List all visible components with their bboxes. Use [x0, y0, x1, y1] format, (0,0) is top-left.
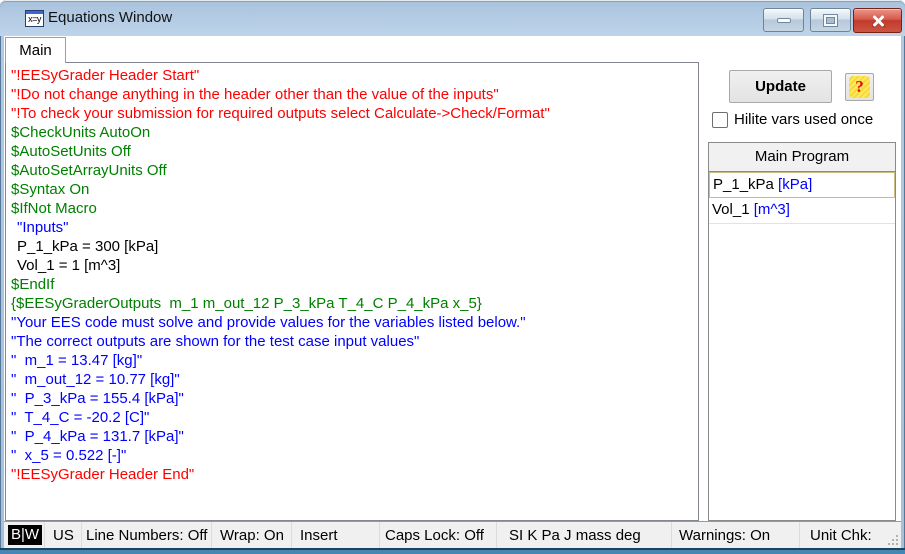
- app-icon-label: x=y: [28, 14, 41, 24]
- editor-line[interactable]: $IfNot Macro: [11, 199, 694, 218]
- hilite-checkbox[interactable]: [712, 111, 728, 128]
- editor-line[interactable]: P_1_kPa = 300 [kPa]: [11, 237, 694, 256]
- update-button[interactable]: Update: [729, 70, 832, 103]
- variable-list: P_1_kPa [kPa] Vol_1 [m^3]: [709, 172, 895, 224]
- tab-main[interactable]: Main: [5, 37, 66, 63]
- editor-line[interactable]: " T_4_C = -20.2 [C]": [11, 408, 694, 427]
- hilite-vars-row[interactable]: Hilite vars used once: [712, 110, 873, 129]
- editor-line[interactable]: " m_1 = 13.47 [kg]": [11, 351, 694, 370]
- editor-line[interactable]: "!EESyGrader Header Start": [11, 66, 694, 85]
- bw-toggle-chip: B|W: [8, 525, 43, 545]
- status-si-k-pa-j-mass-deg[interactable]: SI K Pa J mass deg: [497, 522, 672, 548]
- editor[interactable]: "!EESyGrader Header Start" "!Do not chang…: [5, 62, 699, 521]
- editor-line[interactable]: "Inputs": [11, 218, 694, 237]
- status-b-w[interactable]: B|W: [4, 522, 45, 548]
- variable-row[interactable]: P_1_kPa [kPa]: [709, 172, 895, 198]
- status-bar: B|W US Line Numbers: Off Wrap: On Insert Caps…: [4, 521, 901, 548]
- editor-line[interactable]: $CheckUnits AutoOn: [11, 123, 694, 142]
- status-caps-lock-off[interactable]: Caps Lock: Off: [380, 522, 497, 548]
- variable-row[interactable]: Vol_1 [m^3]: [709, 198, 895, 224]
- editor-line[interactable]: $EndIf: [11, 275, 694, 294]
- editor-line[interactable]: " x_5 = 0.522 [-]": [11, 446, 694, 465]
- window-title: Equations Window: [48, 9, 173, 26]
- close-button[interactable]: [853, 8, 902, 33]
- maximize-button[interactable]: [810, 8, 851, 32]
- editor-line[interactable]: $Syntax On: [11, 180, 694, 199]
- editor-line[interactable]: $AutoSetArrayUnits Off: [11, 161, 694, 180]
- titlebar[interactable]: x=y Equations Window: [0, 0, 905, 36]
- maximize-icon: [824, 14, 837, 26]
- variable-name: Vol_1: [712, 201, 750, 218]
- editor-line[interactable]: " m_out_12 = 10.77 [kg]": [11, 370, 694, 389]
- variable-name: P_1_kPa: [713, 176, 774, 193]
- app-icon[interactable]: x=y: [25, 10, 44, 27]
- status-unit-chk[interactable]: Unit Chk:: [800, 522, 881, 548]
- help-icon: ?: [849, 76, 870, 98]
- editor-line[interactable]: "!Do not change anything in the header o…: [11, 85, 694, 104]
- editor-line[interactable]: "Your EES code must solve and provide va…: [11, 313, 694, 332]
- help-button[interactable]: ?: [845, 73, 874, 101]
- editor-line[interactable]: " P_4_kPa = 131.7 [kPa]": [11, 427, 694, 446]
- close-icon: [871, 14, 885, 28]
- editor-line[interactable]: {$EESyGraderOutputs m_1 m_out_12 P_3_kPa…: [11, 294, 694, 313]
- editor-line[interactable]: $AutoSetUnits Off: [11, 142, 694, 161]
- status-wrap-on[interactable]: Wrap: On: [212, 522, 292, 548]
- variable-unit: [m^3]: [749, 201, 790, 218]
- editor-line[interactable]: " P_3_kPa = 155.4 [kPa]": [11, 389, 694, 408]
- editor-line[interactable]: "!To check your submission for required …: [11, 104, 694, 123]
- resize-grip[interactable]: [886, 533, 898, 545]
- program-panel-header: Main Program: [709, 143, 895, 172]
- editor-line[interactable]: Vol_1 = 1 [m^3]: [11, 256, 694, 275]
- status-line-numbers-off[interactable]: Line Numbers: Off: [82, 522, 212, 548]
- equations-window: x=y Equations Window Main "!EESyGrader H…: [0, 0, 905, 554]
- tab-main-label: Main: [19, 42, 52, 59]
- variable-unit: [kPa]: [773, 176, 813, 193]
- status-us[interactable]: US: [45, 522, 82, 548]
- status-insert[interactable]: Insert: [292, 522, 380, 548]
- editor-line[interactable]: "The correct outputs are shown for the t…: [11, 332, 694, 351]
- window-bottom-frame: [0, 548, 905, 554]
- minimize-icon: [776, 17, 791, 23]
- status-warnings-on[interactable]: Warnings: On: [672, 522, 800, 548]
- main-program-panel: Main Program P_1_kPa [kPa] Vol_1 [m^3]: [708, 142, 896, 521]
- editor-line[interactable]: "!EESyGrader Header End": [11, 465, 694, 484]
- hilite-label: Hilite vars used once: [734, 111, 874, 128]
- minimize-button[interactable]: [763, 8, 804, 32]
